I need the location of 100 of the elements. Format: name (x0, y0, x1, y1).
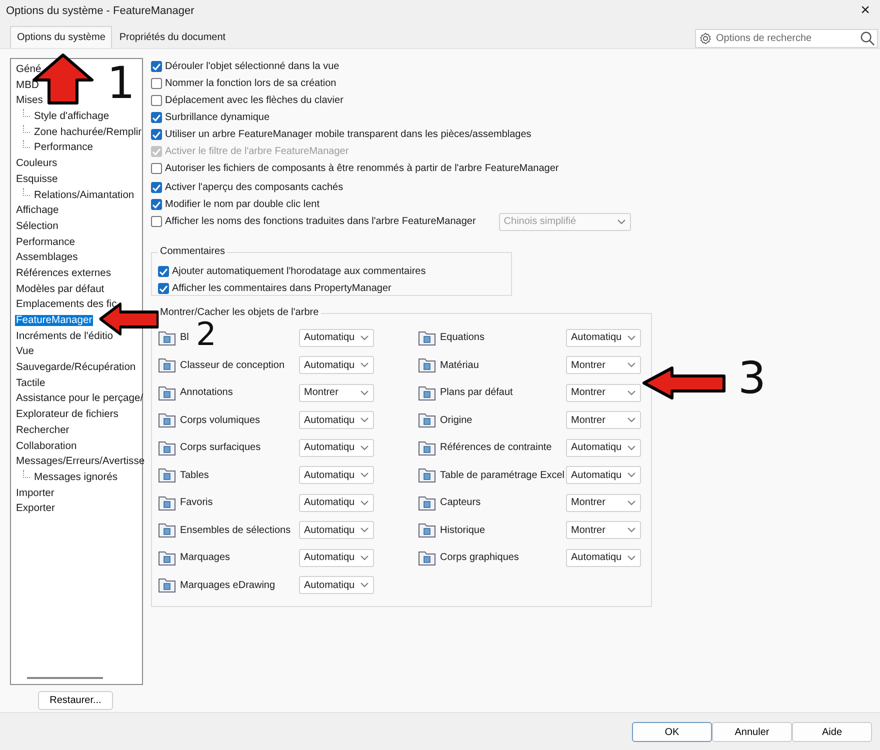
visibility-dropdown[interactable]: Automatiqu (566, 438, 641, 457)
tree-item[interactable]: Importer (15, 488, 56, 499)
tree-item[interactable]: Vue (15, 346, 35, 358)
visibility-dropdown[interactable]: Automatiqu (299, 466, 374, 484)
object-label: Bl (180, 332, 189, 344)
folder-icon (418, 412, 436, 428)
tree-item[interactable]: Exporter (15, 503, 56, 514)
chevron-icon (627, 554, 636, 561)
visibility-dropdown[interactable]: Automatiqu (299, 356, 374, 374)
tree-item[interactable]: Géné (15, 64, 42, 75)
close-button[interactable]: × (856, 3, 874, 19)
visibility-dropdown[interactable]: Montrer (566, 356, 641, 374)
dialog-button[interactable]: Aide (792, 722, 872, 742)
visibility-dropdown[interactable]: Automatiqu (299, 438, 374, 457)
chevron-icon (627, 500, 636, 506)
chevron-icon (360, 334, 369, 341)
visibility-dropdown[interactable]: Montrer (566, 384, 641, 402)
dialog-button[interactable]: OK (632, 722, 712, 742)
scrollbar[interactable] (27, 677, 103, 679)
tree-item[interactable]: Rechercher (15, 424, 70, 436)
visibility-dropdown[interactable]: Montrer (566, 494, 641, 512)
folder-icon (158, 440, 176, 456)
visibility-dropdown[interactable]: Montrer (566, 521, 641, 540)
folder-icon (158, 467, 176, 484)
tree-item[interactable]: Messages/Erreurs/Avertisse (15, 456, 146, 468)
tree-item[interactable]: Messages ignorés (33, 472, 119, 483)
tree-item[interactable]: Affichage (15, 205, 60, 216)
restore-button[interactable]: Restaurer... (38, 691, 113, 710)
checkbox-label: Nommer la fonction lors de sa création (165, 77, 336, 91)
checkbox[interactable] (158, 283, 169, 294)
chevron-icon (627, 362, 636, 368)
folder-icon (158, 494, 176, 511)
object-label: Références de contrainte (440, 442, 552, 454)
object-label: Corps volumiques (180, 414, 260, 426)
tree-item[interactable]: Incréments de l'éditio (15, 330, 114, 342)
tree-item[interactable]: Esquisse (15, 174, 59, 185)
tree-item[interactable]: Sauvegarde/Récupération (15, 362, 137, 374)
checkbox[interactable] (151, 112, 162, 123)
visibility-dropdown[interactable]: Automatiqu (299, 521, 374, 540)
tab[interactable]: Options du système (10, 26, 112, 48)
search-field[interactable]: Options de recherche (695, 29, 878, 48)
checkbox[interactable] (151, 199, 162, 210)
tree-item[interactable]: Emplacements des fic (15, 299, 118, 310)
checkbox[interactable] (151, 182, 162, 193)
visibility-dropdown[interactable]: Montrer (299, 384, 374, 402)
tree-item[interactable]: Références externes (15, 268, 112, 279)
chevron-icon (627, 334, 636, 341)
visibility-dropdown[interactable]: Montrer (566, 411, 641, 430)
tree-item[interactable]: Sélection (15, 220, 60, 232)
visibility-dropdown[interactable]: Automatiqu (299, 576, 374, 594)
group-title: Montrer/Cacher les objets de l'arbre (158, 307, 321, 319)
folder-icon (418, 550, 436, 566)
checkbox-label: Modifier le nom par double clic lent (165, 198, 320, 212)
object-label: Ensembles de sélections (180, 524, 291, 536)
visibility-dropdown[interactable]: Automatiqu (299, 411, 374, 430)
dialog-button[interactable]: Annuler (712, 722, 792, 742)
object-label: Table de paramétrage Excel (440, 470, 565, 481)
visibility-dropdown[interactable]: Automatiqu (299, 328, 374, 347)
object-label: Annotations (180, 387, 233, 398)
checkbox[interactable] (151, 95, 162, 106)
tree-item[interactable]: Relations/Aimantation (33, 190, 136, 200)
tree-item[interactable]: Style d'affichage (33, 111, 110, 122)
tree-item[interactable]: Collaboration (15, 440, 78, 452)
checkbox-label: Surbrillance dynamique (165, 111, 270, 125)
tree-item[interactable]: Mises (15, 95, 44, 106)
tree-item[interactable]: MBD (15, 80, 40, 91)
checkbox[interactable] (151, 216, 162, 227)
tree-item[interactable]: Assemblages (15, 252, 79, 264)
object-label: Favoris (180, 497, 213, 508)
checkbox[interactable] (151, 78, 162, 89)
tree-item[interactable]: FeatureManager (15, 315, 94, 326)
chevron-icon (627, 444, 636, 451)
object-label: Marquages eDrawing (180, 580, 276, 591)
object-label: Corps surfaciques (180, 442, 261, 454)
tree-item[interactable]: Couleurs (15, 158, 58, 170)
window-title: Options du système - FeatureManager (6, 4, 194, 19)
object-label: Classeur de conception (180, 360, 285, 371)
chevron-icon (360, 582, 369, 588)
checkbox[interactable] (151, 163, 162, 174)
tree-item[interactable]: Performance (15, 236, 76, 248)
visibility-dropdown[interactable]: Automatiqu (566, 548, 641, 567)
chevron-icon (360, 500, 369, 506)
search-icon[interactable] (860, 31, 875, 46)
checkbox[interactable] (158, 266, 169, 277)
visibility-dropdown[interactable]: Automatiqu (566, 328, 641, 347)
visibility-dropdown[interactable]: Automatiqu (566, 466, 641, 484)
tree-item[interactable]: Explorateur de fichiers (15, 409, 120, 420)
tree-item[interactable]: Performance (33, 142, 94, 154)
checkbox[interactable] (151, 61, 162, 72)
folder-icon (418, 494, 436, 511)
object-label: Origine (440, 414, 472, 426)
visibility-dropdown[interactable]: Automatiqu (299, 548, 374, 567)
tree-item[interactable]: Modèles par défaut (15, 284, 106, 295)
tree-item[interactable]: Zone hachurée/Remplir (33, 126, 143, 138)
checkbox[interactable] (151, 129, 162, 140)
tree-item[interactable]: Assistance pour le perçage/ (15, 393, 144, 404)
tree-item[interactable]: Tactile (15, 378, 46, 389)
checkbox-label: Autoriser les fichiers de composants à être renommés à partir de l'arbre FeatureManager (165, 162, 559, 176)
visibility-dropdown[interactable]: Automatiqu (299, 494, 374, 512)
folder-icon (418, 384, 436, 401)
